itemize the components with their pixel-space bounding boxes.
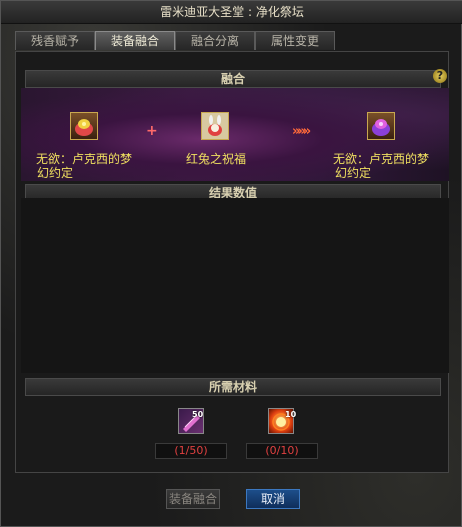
- hat-icon: [372, 119, 390, 136]
- material-qty-1: (1/50): [155, 443, 227, 459]
- material-item-name: 红兔之祝福: [186, 152, 247, 166]
- materials-header: 所需材料: [25, 378, 441, 396]
- tab-attribute-change[interactable]: 属性变更: [255, 31, 335, 50]
- help-icon[interactable]: ?: [433, 69, 447, 83]
- fusion-header: 融合: [25, 70, 441, 88]
- source-item-name-line1: 无欲：卢克西的梦: [36, 152, 133, 166]
- material-badge-2: 10: [285, 410, 297, 419]
- window-title[interactable]: 雷米迪亚大圣堂 : 净化祭坛: [1, 1, 462, 24]
- plus-icon: +: [146, 123, 158, 139]
- result-item-name-line2: 幻约定: [335, 166, 372, 180]
- cancel-button[interactable]: 取消: [246, 489, 300, 509]
- equipment-slot-source[interactable]: [70, 112, 98, 140]
- fuse-button[interactable]: 装备融合: [166, 489, 220, 509]
- equipment-slot-result[interactable]: [367, 112, 395, 140]
- altar-window: 雷米迪亚大圣堂 : 净化祭坛 残香赋予 装备融合 融合分离 属性变更 融合 结果…: [0, 0, 462, 527]
- tab-equipment-fusion[interactable]: 装备融合: [95, 31, 175, 50]
- result-values-area: [21, 198, 449, 373]
- tab-fragrance[interactable]: 残香赋予: [15, 31, 95, 50]
- hat-icon: [75, 119, 93, 136]
- material-qty-2: (0/10): [246, 443, 318, 459]
- rabbit-icon: [202, 113, 228, 139]
- equipment-slot-material[interactable]: [201, 112, 229, 140]
- result-item-name-line1: 无欲：卢克西的梦: [333, 152, 430, 166]
- source-item-name-line2: 幻约定: [37, 166, 74, 180]
- tab-fusion-separation[interactable]: 融合分离: [175, 31, 255, 50]
- material-badge-1: 50: [192, 410, 204, 419]
- arrows-icon: »»»: [292, 124, 311, 139]
